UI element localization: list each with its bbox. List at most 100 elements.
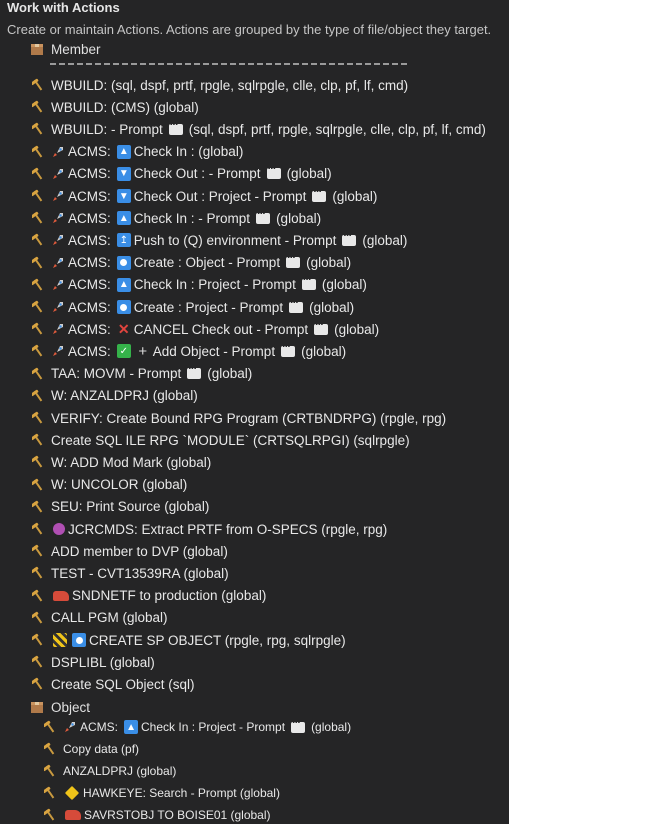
action-row[interactable]: VERIFY: Create Bound RPG Program (CRTBND… [32, 407, 450, 429]
blue-circle-emoji-icon [116, 255, 131, 270]
action-row[interactable]: TEST - CVT13539RA (global) [32, 562, 233, 584]
action-row[interactable]: TAA: MOVM - Prompt (global) [32, 363, 256, 385]
hammer-icon [32, 300, 44, 314]
action-row[interactable]: ANZALDPRJ (global) [44, 760, 180, 782]
action-label: Push to (Q) environment - Prompt [133, 232, 337, 248]
action-row[interactable]: ACMS: ▲ Check In : (global) [32, 141, 247, 163]
blue-emoji-icon: ▲ [116, 277, 131, 292]
action-row[interactable]: Create SQL Object (sql) [32, 673, 199, 695]
yellow-emoji-icon [64, 785, 80, 801]
action-label: Check In : - Prompt [133, 210, 251, 226]
action-label: (global) [321, 277, 367, 293]
partial-row [32, 62, 452, 66]
action-label: SNDNETF to production (global) [72, 588, 267, 604]
group-object[interactable]: Object [30, 696, 90, 718]
action-label: (global) [332, 188, 378, 204]
action-label: ACMS: [68, 299, 111, 315]
action-row[interactable]: SAVRSTOBJ TO BOISE01 (global) [44, 804, 275, 824]
hammer-icon [32, 256, 44, 270]
stripe-emoji-icon [53, 633, 67, 647]
action-label: (global) [207, 366, 253, 382]
action-label: Create SQL Object (sql) [51, 676, 195, 692]
action-label: (global) [286, 166, 332, 182]
action-row[interactable]: ACMS: ▲Check In : Project - Prompt (global… [44, 716, 355, 738]
action-row[interactable]: HAWKEYE: Search - Prompt (global) [44, 782, 284, 804]
action-row[interactable]: ADD member to DVP (global) [32, 540, 232, 562]
action-row[interactable]: JCRCMDS: Extract PRTF from O-SPECS (rpgl… [32, 518, 391, 540]
action-row[interactable]: DSPLIBL (global) [32, 651, 159, 673]
action-row[interactable]: ACMS: ▲Check In : - Prompt (global) [32, 207, 325, 229]
hammer-icon [32, 522, 44, 536]
action-label: (global) [334, 321, 380, 337]
speech-bubble-icon [266, 163, 281, 180]
blue-emoji-icon: ↥ [116, 233, 131, 248]
blue-emoji-icon: ▼ [116, 189, 131, 203]
truck-emoji-icon [65, 810, 81, 820]
hammer-icon [32, 322, 44, 336]
hammer-icon [32, 100, 44, 114]
action-label: WBUILD: (sql, dspf, prtf, rpgle, sqlrpgl… [51, 77, 409, 93]
action-label: TAA: MOVM - Prompt [51, 366, 182, 382]
box-icon [30, 700, 44, 714]
action-label: Check In : Project - Prompt [133, 277, 296, 293]
action-label: Create : Project - Prompt [133, 299, 284, 315]
action-row[interactable]: SNDNETF to production (global) [32, 585, 270, 607]
action-label: ACMS: [68, 188, 111, 204]
blue-circle-emoji-icon [72, 633, 86, 647]
rocket-icon [51, 145, 65, 159]
hammer-icon [44, 764, 56, 778]
hammer-icon [32, 589, 44, 603]
red-emoji-icon: ✕ [117, 320, 130, 337]
action-label: WBUILD: - Prompt [51, 121, 163, 137]
action-row[interactable]: SEU: Print Source (global) [32, 496, 213, 518]
plus-emoji-icon: + [138, 342, 148, 360]
action-label: CREATE SP OBJECT (rpgle, rpg, sqlrpgle) [89, 632, 346, 648]
action-label: ACMS: [68, 166, 111, 182]
action-row[interactable]: Create SQL ILE RPG `MODULE` (CRTSQLRPGI)… [32, 429, 414, 451]
hammer-icon [44, 720, 56, 734]
action-row[interactable]: ACMS: ✕CANCEL Check out - Prompt (global) [32, 318, 383, 340]
rocket-icon [63, 720, 77, 734]
hammer-icon [32, 367, 44, 381]
speech-bubble-icon [301, 274, 316, 291]
action-row[interactable]: ACMS: ▼Check Out : - Prompt (global) [32, 163, 336, 185]
box-icon [30, 42, 44, 56]
action-label: Copy data (pf) [63, 742, 140, 756]
action-row[interactable]: Copy data (pf) [44, 738, 143, 760]
action-label: (global) [362, 232, 408, 248]
action-label: W: UNCOLOR (global) [51, 477, 188, 493]
action-row[interactable]: ACMS: ✓ +Add Object - Prompt (global) [32, 340, 350, 362]
action-label: SEU: Print Source (global) [51, 499, 210, 515]
action-row[interactable]: WBUILD: (sql, dspf, prtf, rpgle, sqlrpgl… [32, 74, 412, 96]
action-row[interactable]: CALL PGM (global) [32, 607, 172, 629]
action-label: DSPLIBL (global) [51, 654, 155, 670]
action-row[interactable]: WBUILD: (CMS) (global) [32, 96, 203, 118]
action-label: W: ADD Mod Mark (global) [51, 454, 212, 470]
hammer-icon [32, 611, 44, 625]
rocket-icon [51, 256, 65, 270]
group-label: Object [51, 699, 91, 715]
hammer-icon [32, 655, 44, 669]
action-label: Check Out : - Prompt [133, 166, 261, 182]
group-member[interactable]: Member [30, 38, 101, 60]
rocket-icon [51, 211, 65, 225]
hammer-icon [32, 189, 44, 203]
action-label: (global) [311, 720, 352, 734]
hammer-icon [32, 566, 44, 580]
action-row[interactable]: ACMS: ▲Check In : Project - Prompt (global… [32, 274, 371, 296]
action-row[interactable]: ACMS: ▼Check Out : Project - Prompt (globa… [32, 185, 381, 207]
action-row[interactable]: ACMS: Create : Object - Prompt (global) [32, 252, 355, 274]
hammer-icon [32, 544, 44, 558]
action-row[interactable]: ACMS: Create : Project - Prompt (global) [32, 296, 358, 318]
action-row[interactable]: WBUILD: - Prompt (sql, dspf, prtf, rpgle,… [32, 118, 490, 140]
action-row[interactable]: W: UNCOLOR (global) [32, 474, 191, 496]
action-row[interactable]: ACMS: ↥Push to (Q) environment - Prompt (g… [32, 229, 411, 251]
action-label: WBUILD: (CMS) (global) [51, 99, 199, 115]
action-label: ADD member to DVP (global) [51, 543, 228, 559]
action-label: SAVRSTOBJ TO BOISE01 (global) [84, 808, 271, 822]
action-label: (global) [306, 255, 352, 271]
speech-bubble-icon [187, 363, 202, 380]
action-row[interactable]: CREATE SP OBJECT (rpgle, rpg, sqlrpgle) [32, 629, 350, 651]
action-row[interactable]: W: ADD Mod Mark (global) [32, 451, 215, 473]
action-row[interactable]: W: ANZALDPRJ (global) [32, 385, 202, 407]
